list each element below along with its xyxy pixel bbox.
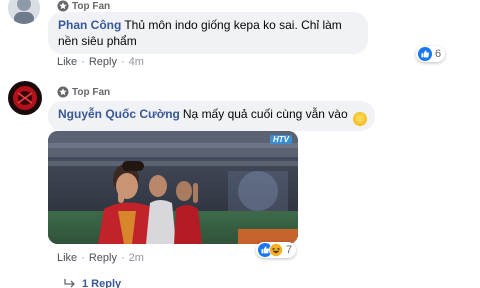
comment-bubble: Phan Công Thủ môn indo giống kepa ko sai.…	[48, 12, 368, 54]
like-reaction-icon	[418, 47, 432, 61]
haha-reaction-icon	[269, 243, 283, 257]
view-replies-link[interactable]: 1 Reply	[64, 278, 121, 288]
smile-emoji: 😊	[353, 112, 367, 126]
separator-dot: ·	[81, 252, 85, 264]
comment-timestamp[interactable]: 2m	[129, 252, 144, 264]
badge-label: Top Fan	[72, 0, 111, 12]
reaction-count: 6	[435, 48, 442, 60]
top-fan-icon	[57, 0, 69, 12]
separator-dot: ·	[120, 252, 125, 264]
video-attachment[interactable]: HTV	[48, 131, 298, 244]
top-fan-icon	[57, 86, 69, 98]
avatar-image	[8, 0, 40, 24]
comment-author[interactable]: Phan Công	[58, 18, 121, 32]
comment-actions: Like · Reply · 4m	[57, 56, 144, 68]
top-fan-badge: Top Fan	[57, 0, 110, 12]
avatar-nguyen-quoc-cuong[interactable]	[8, 81, 42, 115]
video-thumbnail	[48, 131, 298, 244]
channel-logo: HTV	[270, 135, 292, 144]
badge-label: Top Fan	[72, 86, 111, 98]
like-button[interactable]: Like	[57, 252, 77, 264]
reply-button[interactable]: Reply	[89, 56, 117, 68]
channel-logo-text: HTV	[270, 135, 292, 144]
separator-dot: ·	[120, 56, 125, 68]
comment-timestamp[interactable]: 4m	[129, 56, 144, 68]
replies-count-label[interactable]: 1 Reply	[82, 278, 121, 288]
comment-author[interactable]: Nguyễn Quốc Cường	[58, 107, 180, 121]
reply-button[interactable]: Reply	[89, 252, 117, 264]
reaction-count: 7	[286, 244, 293, 256]
comment-bubble: Nguyễn Quốc Cường Nạ mấy quả cuối cùng vẫ…	[48, 101, 375, 131]
reply-arrow-icon	[64, 279, 75, 288]
avatar-image	[8, 81, 42, 115]
comment-actions: Like · Reply · 2m	[57, 252, 144, 264]
avatar-phan-cong[interactable]	[8, 0, 40, 24]
comment-text: Nạ mấy quả cuối cùng vẫn vào	[182, 107, 348, 121]
top-fan-badge: Top Fan	[57, 86, 110, 98]
like-button[interactable]: Like	[57, 56, 77, 68]
reaction-summary[interactable]: 6	[416, 46, 446, 62]
reaction-summary[interactable]: 7	[256, 242, 297, 258]
separator-dot: ·	[81, 56, 85, 68]
